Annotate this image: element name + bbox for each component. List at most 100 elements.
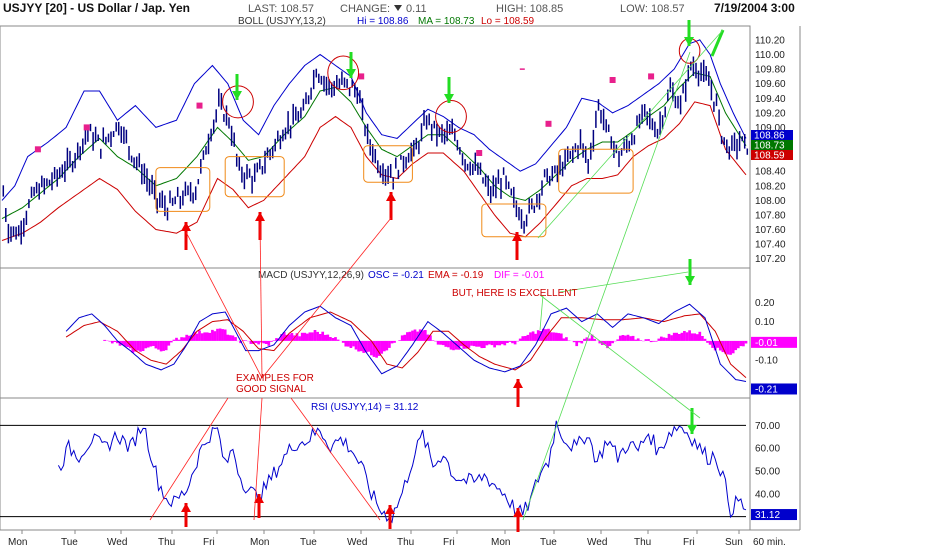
arrow-head [181, 503, 191, 512]
pink-square-marker [609, 77, 616, 83]
arrow-head [687, 425, 697, 434]
boll-ytick-label: 109.80 [755, 65, 786, 76]
pink-square-marker [545, 120, 552, 127]
boll-ytick-label: 109.60 [755, 79, 786, 90]
rsi-series [0, 420, 747, 524]
boll-title-text: BOLL (USJYY,13,2) [238, 16, 326, 27]
boll-ytick-label: 108.20 [755, 181, 786, 192]
boll-ytick-label: 110.00 [755, 50, 785, 61]
day-label: Tue [61, 537, 78, 548]
macd-panel [0, 267, 751, 399]
change-value: 0.11 [406, 3, 427, 15]
day-label: Mon [491, 537, 510, 548]
macd-dif-box-text: -0.01 [755, 338, 778, 349]
last-price: LAST: 108.57 [248, 3, 314, 15]
rsi-title: RSI (USJYY,14) = 31.12 [311, 402, 419, 413]
annotation-excellent: BUT, HERE IS EXCELLENT [452, 288, 578, 299]
green-diagonal-arrow [710, 29, 725, 57]
annotation-line-green [539, 294, 544, 331]
upper-band-line [1, 39, 747, 201]
pink-square-marker [476, 150, 483, 156]
change-down-icon [394, 5, 402, 11]
macd-osc-box-text: -0.21 [755, 384, 778, 395]
day-label: Wed [587, 537, 607, 548]
rsi-ytick-label: 60.00 [755, 444, 780, 455]
macd-ytick-label: -0.10 [755, 356, 778, 367]
boll-ytick-label: 107.80 [755, 211, 786, 222]
boll-ytick-label: 107.60 [755, 225, 786, 236]
day-label: Fri [683, 537, 695, 548]
day-label: Wed [107, 537, 127, 548]
header-datetime: 7/19/2004 3:00 [714, 1, 795, 15]
boll-legend-hi: Hi = 108.86 [357, 16, 409, 27]
macd-ytick-label: 0.10 [755, 317, 775, 328]
day-label: Thu [634, 537, 651, 548]
day-label: Tue [540, 537, 557, 548]
pink-square-marker [196, 102, 203, 109]
boll-legend-ma: MA = 108.73 [418, 16, 475, 27]
annotation-examples-line1: EXAMPLES FOR [236, 373, 314, 384]
arrow-head [232, 91, 242, 100]
boll-ytick-label: 110.20 [755, 35, 785, 46]
red-up-arrow [181, 503, 191, 527]
day-label: Mon [250, 537, 269, 548]
macd-series [65, 303, 748, 382]
day-label: Tue [300, 537, 317, 548]
boll-ytick-label: 108.40 [755, 167, 786, 178]
day-label: Fri [443, 537, 455, 548]
green-down-arrow [444, 77, 454, 103]
red-up-arrow [512, 232, 522, 260]
pink-square-marker [358, 73, 365, 80]
macd-legend-osc: OSC = -0.21 [368, 270, 424, 281]
low-price: LOW: 108.57 [620, 3, 685, 15]
day-label: Wed [347, 537, 367, 548]
boll-ytick-label: 109.20 [755, 108, 786, 119]
interval-label: 60 min. [753, 537, 786, 548]
bottom-box-highlight [481, 203, 547, 238]
lower-band-line [1, 101, 747, 241]
arrow-head [386, 192, 396, 201]
annotation-line-green [537, 29, 724, 239]
boll-legend-lo: Lo = 108.59 [481, 16, 535, 27]
macd-legend-ema: EMA = -0.19 [428, 270, 484, 281]
pink-square-marker [648, 73, 655, 80]
day-label: Mon [8, 537, 27, 548]
rsi-ytick-label: 40.00 [755, 489, 780, 500]
boll-series [1, 39, 749, 245]
usjyy-chart: USJYY [20] - US Dollar / Jap. Yen LAST: … [0, 1, 801, 548]
rsi-value-box-text: 31.12 [755, 510, 780, 521]
arrow-head [385, 505, 395, 514]
change-label: CHANGE: [340, 3, 390, 15]
pink-square-marker [83, 124, 90, 131]
arrow-head [685, 276, 695, 285]
arrow-head [255, 212, 265, 221]
annotation-line-red [149, 397, 229, 521]
rsi-line [57, 420, 747, 524]
rsi-ytick-label: 50.00 [755, 467, 780, 478]
top-circle-highlight [327, 55, 360, 91]
boll-title: BOLL (USJYY,13,2) Hi = 108.86 MA = 108.7… [238, 16, 535, 27]
arrow-head [684, 37, 694, 46]
boll-ytick-label: 109.40 [755, 94, 786, 105]
day-label: Sun [725, 537, 743, 548]
day-label: Thu [397, 537, 414, 548]
annotation-line-green [539, 294, 701, 419]
macd-ytick-label: 0.20 [755, 298, 775, 309]
macd-title: MACD (USJYY,12,26,9) OSC = -0.21 EMA = -… [258, 270, 545, 281]
rsi-ytick-label: 70.00 [755, 421, 780, 432]
top-circle-highlight [435, 100, 467, 133]
boll-value-box-text: 108.59 [754, 151, 785, 162]
annotation-line-red [185, 231, 263, 379]
boll-panel [0, 25, 751, 269]
arrow-head [513, 379, 523, 388]
boll-ytick-label: 107.20 [755, 254, 786, 265]
day-label: Fri [203, 537, 215, 548]
day-label: Thu [158, 537, 175, 548]
annotation-examples-line2: GOOD SIGNAL [236, 384, 306, 395]
annotation-line-red [290, 397, 381, 521]
annotation-line-red [259, 221, 263, 379]
annotation-line-green [559, 271, 689, 293]
red-up-arrow [513, 379, 523, 407]
pink-square-marker [34, 146, 41, 153]
boll-ytick-label: 108.00 [755, 196, 786, 207]
